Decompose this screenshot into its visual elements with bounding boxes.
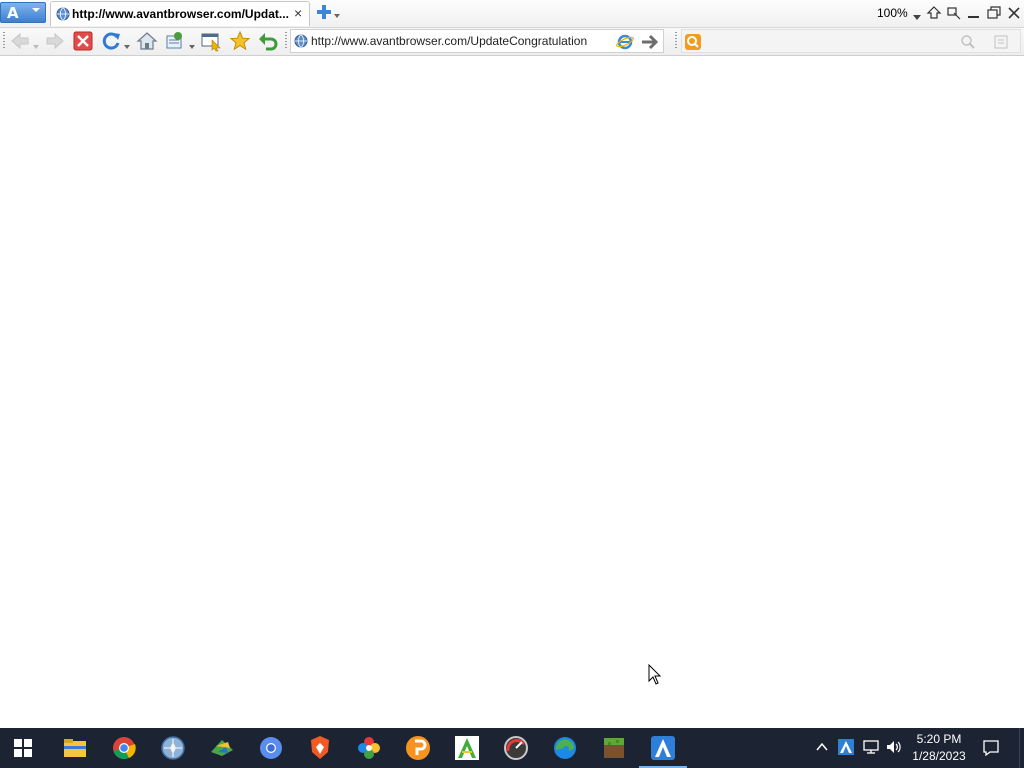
favorites-star-icon[interactable] <box>229 30 251 52</box>
zoom-level[interactable]: 100% <box>877 6 908 20</box>
brave-icon[interactable] <box>306 734 334 762</box>
zoom-dropdown-icon[interactable] <box>913 15 921 20</box>
avant-menu-button[interactable]: A <box>0 2 46 23</box>
toolbar-grip[interactable] <box>675 32 677 50</box>
search-bar[interactable] <box>681 29 1021 53</box>
file-explorer-icon[interactable] <box>61 734 89 762</box>
feeds-dropdown-icon[interactable] <box>189 45 195 49</box>
windows-start-icon[interactable] <box>14 739 32 757</box>
search-input[interactable] <box>706 33 956 49</box>
globe-favicon-icon <box>294 34 308 48</box>
back-arrow-icon[interactable] <box>9 30 31 52</box>
tab-close-button[interactable]: × <box>294 5 302 21</box>
globe-favicon-icon <box>56 7 70 21</box>
minecraft-icon[interactable] <box>600 734 628 762</box>
volume-icon[interactable] <box>886 739 902 755</box>
chromium-icon[interactable] <box>257 734 285 762</box>
chrome-icon[interactable] <box>110 734 138 762</box>
taskbar-avant-browser[interactable] <box>639 734 687 768</box>
back-dropdown-icon[interactable] <box>33 45 39 49</box>
search-options-icon[interactable] <box>993 34 1009 50</box>
pale-moon-orange-icon[interactable] <box>404 734 432 762</box>
tab-bar: A http://www.avantbrowser.com/Updat... ×… <box>0 0 1024 28</box>
undo-close-tab-icon[interactable] <box>257 30 279 52</box>
toolbar-grip[interactable] <box>285 32 287 50</box>
app-menu-letter: A <box>7 4 19 22</box>
fullscreen-icon[interactable] <box>926 5 942 21</box>
mouse-cursor-icon <box>648 664 662 685</box>
forward-arrow-icon[interactable] <box>44 30 66 52</box>
avant-browser-icon-blue[interactable] <box>159 734 187 762</box>
red-gauge-browser-icon[interactable] <box>502 734 530 762</box>
toolbar-grip[interactable] <box>3 32 5 50</box>
show-desktop-button[interactable] <box>1019 728 1024 768</box>
float-window-icon[interactable] <box>946 5 962 21</box>
edge-icon[interactable] <box>551 734 579 762</box>
navigation-toolbar <box>0 28 1024 56</box>
avant-tray-icon[interactable] <box>838 739 854 755</box>
torch-browser-icon[interactable] <box>208 734 236 762</box>
refresh-dropdown-icon[interactable] <box>124 45 130 49</box>
tab-active[interactable]: http://www.avantbrowser.com/Updat... × <box>50 1 310 26</box>
rss-feeds-icon[interactable] <box>164 30 186 52</box>
minimize-icon[interactable] <box>966 5 982 21</box>
chevron-up-icon[interactable] <box>815 740 829 754</box>
notification-center-icon[interactable] <box>982 739 1000 757</box>
taskbar: 5:20 PM 1/28/2023 <box>0 728 1024 768</box>
address-bar[interactable] <box>290 29 664 53</box>
search-icon[interactable] <box>960 34 976 50</box>
clock-time: 5:20 PM <box>916 732 962 746</box>
new-tab-dropdown-icon[interactable] <box>334 14 340 18</box>
green-a-browser-icon[interactable] <box>453 734 481 762</box>
tab-title: http://www.avantbrowser.com/Updat... <box>72 7 289 21</box>
avant-browser-icon <box>651 736 675 760</box>
stop-icon[interactable] <box>72 30 94 52</box>
network-icon[interactable] <box>863 739 879 755</box>
chevron-down-icon <box>32 8 40 12</box>
clock-date: 1/28/2023 <box>912 749 966 763</box>
address-input[interactable] <box>311 33 601 49</box>
new-tab-plus-icon[interactable] <box>315 3 333 21</box>
page-content[interactable] <box>0 56 1024 728</box>
home-icon[interactable] <box>136 30 158 52</box>
ie-engine-icon[interactable] <box>616 33 634 51</box>
colorful-browser-icon[interactable] <box>355 734 383 762</box>
ad-block-icon[interactable] <box>200 30 222 52</box>
taskbar-clock[interactable]: 5:20 PM 1/28/2023 <box>904 731 974 765</box>
restore-icon[interactable] <box>986 5 1002 21</box>
refresh-icon[interactable] <box>100 30 122 52</box>
close-window-icon[interactable] <box>1006 5 1022 21</box>
search-engine-icon[interactable] <box>684 33 702 51</box>
go-arrow-icon[interactable] <box>640 33 660 51</box>
